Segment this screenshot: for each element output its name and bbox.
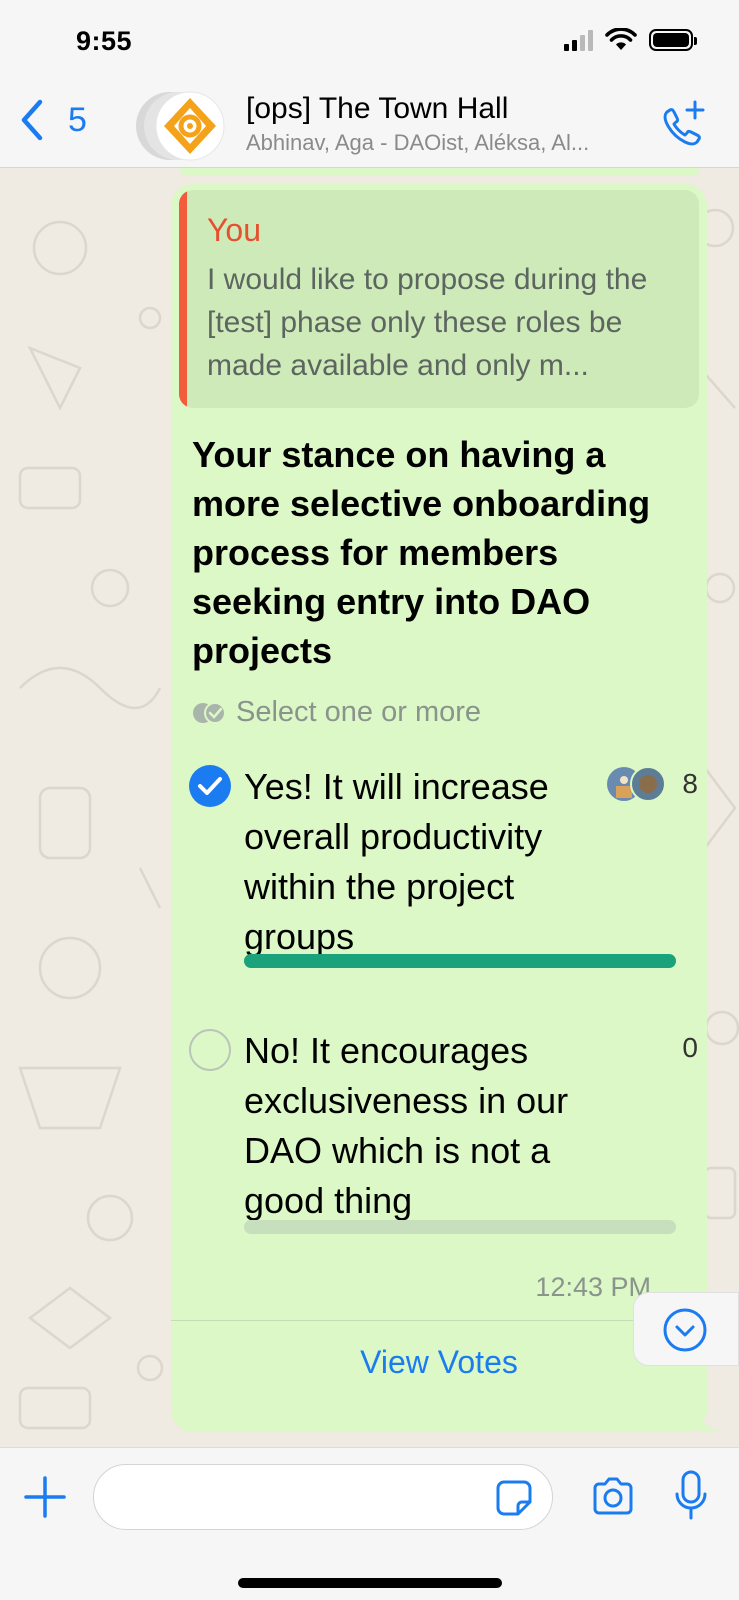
vote-progress-bar: [244, 1220, 676, 1234]
quote-text: I would like to propose during the [test…: [207, 263, 648, 382]
camera-icon[interactable]: [590, 1474, 636, 1520]
poll-option-count: 8: [682, 768, 698, 799]
poll-option-label: Yes! It will increase overall productivi…: [244, 766, 549, 957]
add-call-icon[interactable]: [655, 98, 709, 152]
previous-message-edge: [180, 168, 700, 176]
scroll-to-bottom-button[interactable]: [633, 1292, 739, 1366]
chat-participants: Abhinav, Aga - DAOist, Aléksa, Al...: [246, 130, 590, 155]
microphone-icon[interactable]: [674, 1470, 708, 1522]
message-input[interactable]: [93, 1464, 553, 1530]
chevron-left-icon: [21, 99, 43, 141]
view-votes-button[interactable]: View Votes: [171, 1332, 707, 1393]
quoted-reply[interactable]: You I would like to propose during the […: [179, 190, 699, 408]
chevron-down-circle-icon: [663, 1308, 707, 1352]
bubble-tail: [697, 1410, 721, 1432]
chat-area[interactable]: You I would like to propose during the […: [0, 168, 739, 1447]
battery-icon: [649, 29, 697, 51]
quote-accent-bar: [179, 190, 187, 408]
double-check-icon: [193, 701, 226, 724]
poll-option[interactable]: No! It encourages exclusiveness in our D…: [188, 1026, 698, 1236]
unchecked-circle-icon[interactable]: [188, 1028, 232, 1072]
cellular-signal-icon: [564, 29, 593, 51]
poll-option[interactable]: Yes! It will increase overall productivi…: [188, 762, 698, 972]
chat-header: 5 [ops] The Town Hall Abhinav, Aga - DAO…: [0, 84, 739, 168]
poll-hint-text: Select one or more: [236, 696, 482, 728]
message-timestamp: 12:43 PM: [535, 1272, 651, 1302]
group-avatar[interactable]: [134, 90, 232, 162]
poll-question: Your stance on having a more selective o…: [192, 434, 651, 671]
divider: [171, 1320, 707, 1321]
poll-message-bubble[interactable]: You I would like to propose during the […: [171, 184, 721, 1432]
poll-option-count: 0: [682, 1032, 698, 1063]
quote-sender: You: [207, 212, 261, 248]
status-time: 9:55: [76, 26, 133, 56]
status-icons: [564, 28, 697, 52]
home-indicator: [238, 1578, 502, 1588]
vote-progress-fill: [244, 954, 676, 968]
chat-title: [ops] The Town Hall: [246, 92, 509, 125]
poll-option-label: No! It encourages exclusiveness in our D…: [244, 1030, 569, 1221]
vote-progress-bar: [244, 954, 676, 968]
message-input-bar: [0, 1447, 739, 1600]
sticker-icon[interactable]: [494, 1478, 534, 1518]
poll-hint: Select one or more: [192, 696, 481, 729]
plus-icon[interactable]: [24, 1476, 66, 1518]
wifi-icon: [605, 28, 637, 50]
voter-avatars: [607, 766, 666, 802]
checked-circle-icon[interactable]: [188, 764, 232, 808]
status-bar: 9:55: [0, 0, 739, 84]
chat-title-block[interactable]: [ops] The Town Hall Abhinav, Aga - DAOis…: [246, 92, 646, 156]
unread-count: 5: [68, 100, 87, 139]
back-button[interactable]: 5: [16, 96, 87, 144]
